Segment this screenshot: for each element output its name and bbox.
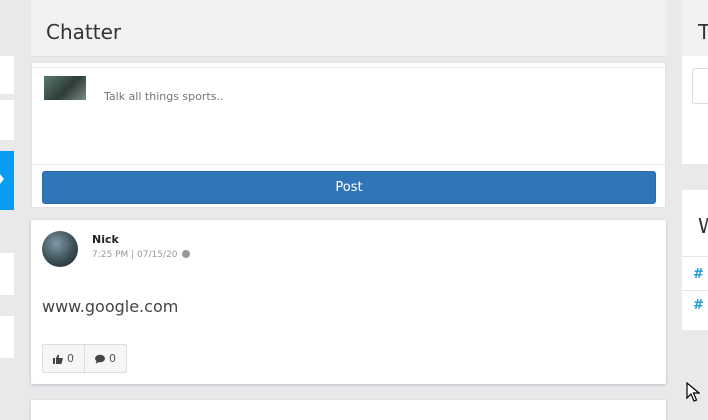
- reaction-bar: 0 0: [42, 344, 127, 373]
- right-search-input[interactable]: [692, 68, 708, 104]
- comment-count: 0: [109, 352, 116, 365]
- feed-post: [31, 400, 666, 420]
- hashtag-link[interactable]: #: [693, 267, 704, 282]
- comment-icon: [95, 354, 105, 364]
- post-button[interactable]: Post: [42, 171, 656, 204]
- left-card-input[interactable]: [0, 100, 14, 140]
- right-header: T: [682, 0, 708, 56]
- divider: [682, 290, 708, 291]
- right-widget-card: W # #: [682, 190, 708, 330]
- divider: [32, 67, 665, 68]
- right-search-card: [682, 56, 708, 164]
- feed-post: Nick 7:25 PM | 07/15/20 www.google.com 0…: [31, 220, 666, 384]
- left-card-item[interactable]: [0, 253, 14, 295]
- post-input[interactable]: [102, 85, 646, 107]
- chatter-header: Chatter: [31, 0, 666, 57]
- page-title: Chatter: [46, 20, 122, 44]
- divider: [32, 164, 665, 165]
- comment-button[interactable]: 0: [84, 345, 126, 372]
- post-composer: Post: [31, 62, 666, 208]
- left-card-top: [0, 56, 14, 94]
- post-author[interactable]: Nick: [92, 233, 119, 246]
- right-header-title: T: [698, 20, 708, 44]
- divider: [682, 256, 708, 257]
- globe-icon: [182, 250, 191, 258]
- chevron-right-icon: [0, 174, 4, 184]
- avatar[interactable]: [42, 231, 78, 267]
- avatar: [44, 76, 86, 100]
- left-card-item[interactable]: [0, 316, 14, 358]
- like-button[interactable]: 0: [43, 345, 84, 372]
- widget-title: W: [698, 214, 708, 238]
- hashtag-link[interactable]: #: [693, 298, 704, 313]
- post-body[interactable]: www.google.com: [42, 297, 178, 316]
- left-column: [0, 0, 14, 412]
- thumbs-up-icon: [53, 354, 63, 364]
- cursor-icon: [686, 382, 700, 402]
- post-timestamp: 7:25 PM | 07/15/20: [92, 250, 178, 260]
- like-count: 0: [67, 352, 74, 365]
- post-meta: 7:25 PM | 07/15/20: [92, 250, 191, 260]
